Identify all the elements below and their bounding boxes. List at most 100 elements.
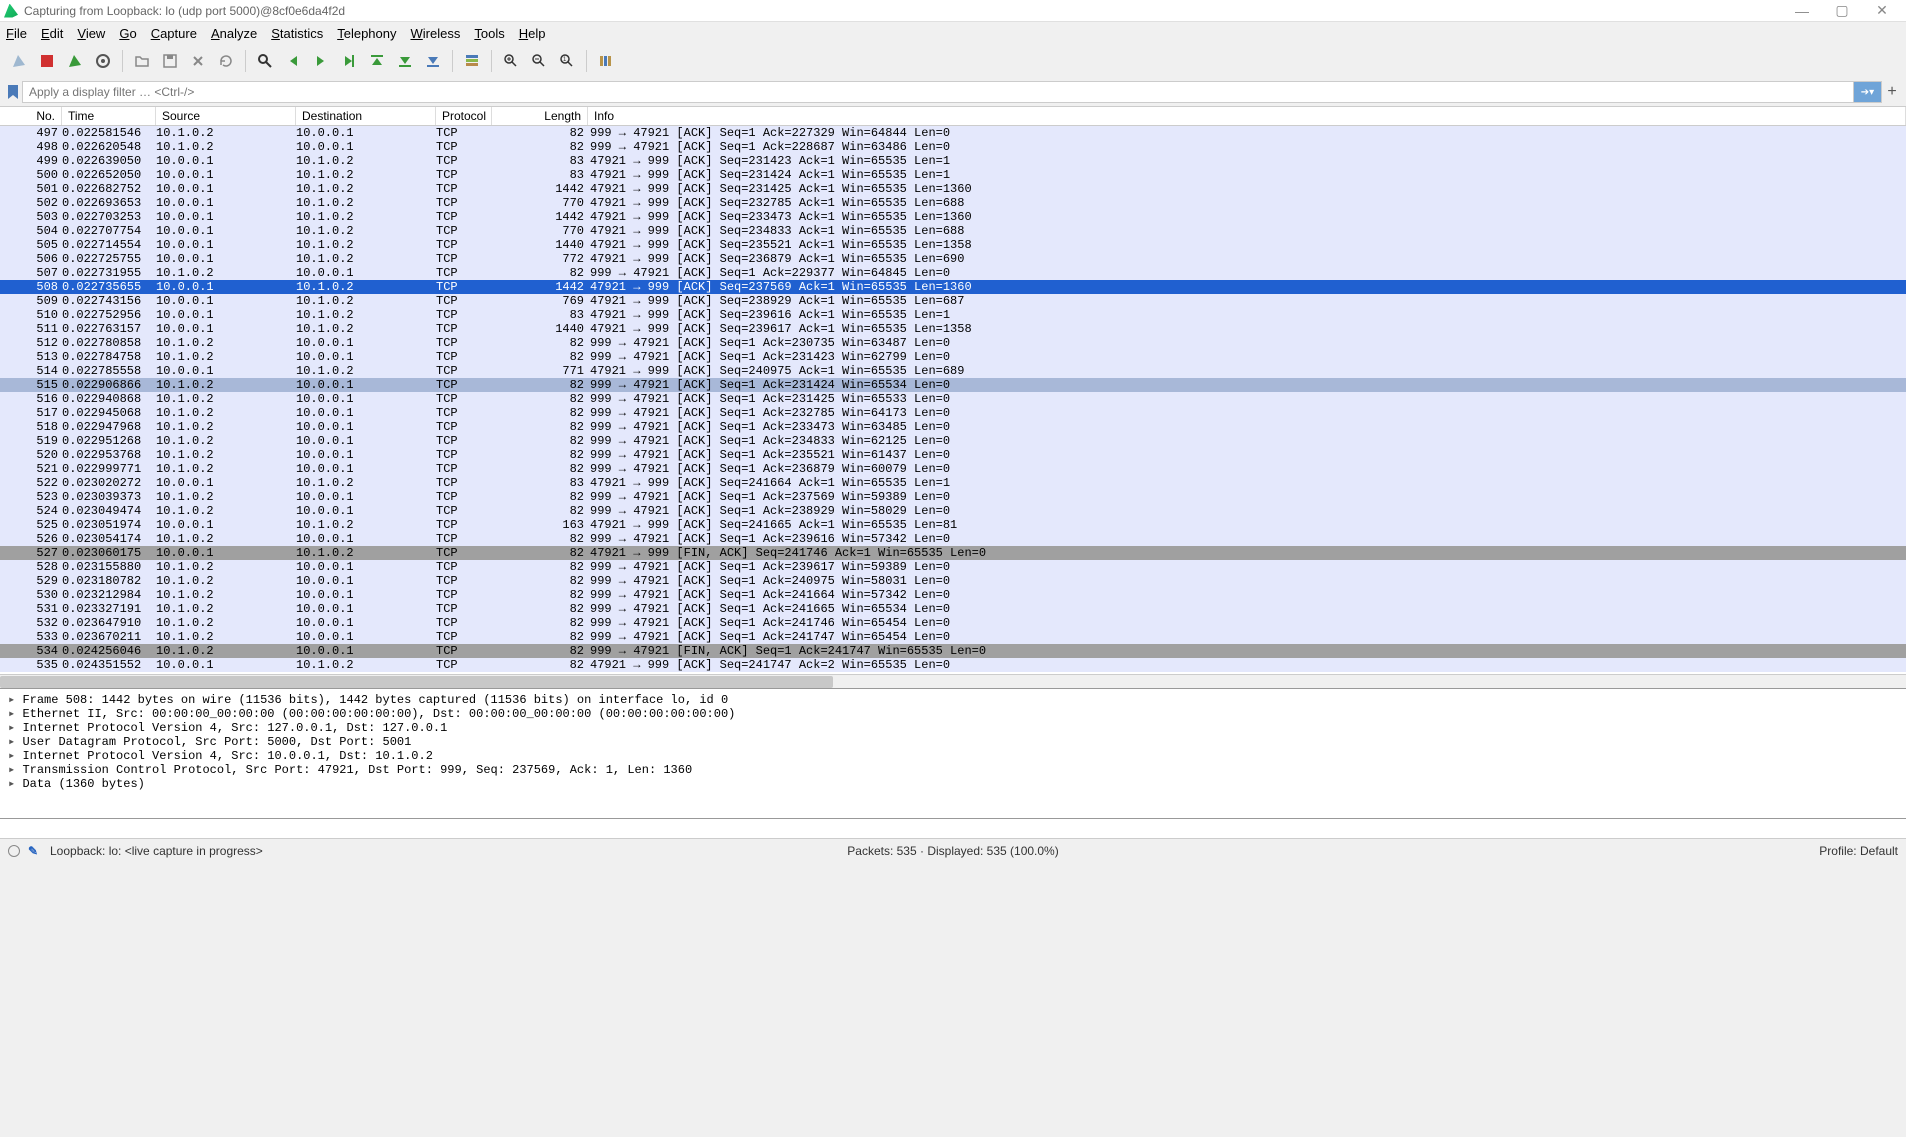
filter-apply-button[interactable]: ➔▾ [1854,81,1882,103]
zoom-reset-button[interactable]: 1 [554,48,580,74]
menu-view[interactable]: View [77,26,105,41]
zoom-out-button[interactable] [526,48,552,74]
column-length[interactable]: Length [492,107,588,125]
status-profile[interactable]: Profile: Default [1819,844,1898,858]
packet-row[interactable]: 5260.02305417410.1.0.210.0.0.1TCP82999 →… [0,532,1906,546]
column-no[interactable]: No. [0,107,62,125]
packet-list[interactable]: 4970.02258154610.1.0.210.0.0.1TCP82999 →… [0,126,1906,674]
packet-row[interactable]: 5280.02315588010.1.0.210.0.0.1TCP82999 →… [0,560,1906,574]
detail-line[interactable]: Internet Protocol Version 4, Src: 10.0.0… [8,749,1898,763]
packet-row[interactable]: 5240.02304947410.1.0.210.0.0.1TCP82999 →… [0,504,1906,518]
column-dest[interactable]: Destination [296,107,436,125]
horizontal-scrollbar[interactable] [0,674,1906,688]
packet-row[interactable]: 5110.02276315710.0.0.110.1.0.2TCP1440479… [0,322,1906,336]
find-packet-button[interactable] [252,48,278,74]
packet-row[interactable]: 5300.02321298410.1.0.210.0.0.1TCP82999 →… [0,588,1906,602]
menu-telephony[interactable]: Telephony [337,26,396,41]
goto-first-button[interactable] [364,48,390,74]
packet-row[interactable]: 5160.02294086810.1.0.210.0.0.1TCP82999 →… [0,392,1906,406]
close-button[interactable]: ✕ [1862,2,1902,19]
auto-scroll-button[interactable] [420,48,446,74]
maximize-button[interactable]: ▢ [1822,2,1862,19]
detail-line[interactable]: User Datagram Protocol, Src Port: 5000, … [8,735,1898,749]
column-proto[interactable]: Protocol [436,107,492,125]
app-icon [4,4,18,18]
menu-analyze[interactable]: Analyze [211,26,257,41]
packet-row[interactable]: 4980.02262054810.1.0.210.0.0.1TCP82999 →… [0,140,1906,154]
packet-row[interactable]: 5020.02269365310.0.0.110.1.0.2TCP7704792… [0,196,1906,210]
detail-line[interactable]: Internet Protocol Version 4, Src: 127.0.… [8,721,1898,735]
stop-capture-button[interactable] [34,48,60,74]
detail-line[interactable]: Ethernet II, Src: 00:00:00_00:00:00 (00:… [8,707,1898,721]
packet-row[interactable]: 5070.02273195510.1.0.210.0.0.1TCP82999 →… [0,266,1906,280]
menu-file[interactable]: File [6,26,27,41]
packet-bytes-pane[interactable] [0,818,1906,838]
packet-row[interactable]: 5210.02299977110.1.0.210.0.0.1TCP82999 →… [0,462,1906,476]
packet-row[interactable]: 5270.02306017510.0.0.110.1.0.2TCP8247921… [0,546,1906,560]
packet-row[interactable]: 5080.02273565510.0.0.110.1.0.2TCP1442479… [0,280,1906,294]
save-file-button[interactable] [157,48,183,74]
packet-row[interactable]: 5090.02274315610.0.0.110.1.0.2TCP7694792… [0,294,1906,308]
packet-row[interactable]: 5040.02270775410.0.0.110.1.0.2TCP7704792… [0,224,1906,238]
go-back-button[interactable] [280,48,306,74]
packet-row[interactable]: 5120.02278085810.1.0.210.0.0.1TCP82999 →… [0,336,1906,350]
packet-row[interactable]: 5140.02278555810.0.0.110.1.0.2TCP7714792… [0,364,1906,378]
menu-tools[interactable]: Tools [474,26,504,41]
packet-row[interactable]: 4970.02258154610.1.0.210.0.0.1TCP82999 →… [0,126,1906,140]
go-forward-button[interactable] [308,48,334,74]
zoom-in-button[interactable] [498,48,524,74]
column-time[interactable]: Time [62,107,156,125]
packet-row[interactable]: 5200.02295376810.1.0.210.0.0.1TCP82999 →… [0,448,1906,462]
packet-row[interactable]: 5060.02272575510.0.0.110.1.0.2TCP7724792… [0,252,1906,266]
menu-wireless[interactable]: Wireless [411,26,461,41]
packet-row[interactable]: 5230.02303937310.1.0.210.0.0.1TCP82999 →… [0,490,1906,504]
resize-columns-button[interactable] [593,48,619,74]
capture-options-button[interactable] [90,48,116,74]
display-filter-input[interactable] [22,81,1854,103]
packet-row[interactable]: 5250.02305197410.0.0.110.1.0.2TCP1634792… [0,518,1906,532]
menu-go[interactable]: Go [119,26,136,41]
detail-line[interactable]: Transmission Control Protocol, Src Port:… [8,763,1898,777]
packet-row[interactable]: 5150.02290686610.1.0.210.0.0.1TCP82999 →… [0,378,1906,392]
minimize-button[interactable]: — [1782,3,1822,19]
packet-row[interactable]: 5310.02332719110.1.0.210.0.0.1TCP82999 →… [0,602,1906,616]
goto-last-button[interactable] [392,48,418,74]
capture-file-icon[interactable]: ✎ [28,844,42,858]
packet-row[interactable]: 5180.02294796810.1.0.210.0.0.1TCP82999 →… [0,420,1906,434]
packet-row[interactable]: 5330.02367021110.1.0.210.0.0.1TCP82999 →… [0,630,1906,644]
packet-row[interactable]: 5320.02364791010.1.0.210.0.0.1TCP82999 →… [0,616,1906,630]
column-info[interactable]: Info [588,107,1906,125]
packet-row[interactable]: 5290.02318078210.1.0.210.0.0.1TCP82999 →… [0,574,1906,588]
packet-row[interactable]: 5220.02302027210.0.0.110.1.0.2TCP8347921… [0,476,1906,490]
packet-row[interactable]: 5100.02275295610.0.0.110.1.0.2TCP8347921… [0,308,1906,322]
menu-statistics[interactable]: Statistics [271,26,323,41]
start-capture-button[interactable] [6,48,32,74]
filter-add-button[interactable]: + [1882,83,1902,101]
packet-row[interactable]: 4990.02263905010.0.0.110.1.0.2TCP8347921… [0,154,1906,168]
packet-row[interactable]: 5190.02295126810.1.0.210.0.0.1TCP82999 →… [0,434,1906,448]
expert-info-icon[interactable] [8,845,20,857]
packet-row[interactable]: 5170.02294506810.1.0.210.0.0.1TCP82999 →… [0,406,1906,420]
packet-details-pane[interactable]: Frame 508: 1442 bytes on wire (11536 bit… [0,688,1906,818]
detail-line[interactable]: Data (1360 bytes) [8,777,1898,791]
packet-row[interactable]: 5340.02425604610.1.0.210.0.0.1TCP82999 →… [0,644,1906,658]
packet-row[interactable]: 5000.02265205010.0.0.110.1.0.2TCP8347921… [0,168,1906,182]
colorize-button[interactable] [459,48,485,74]
open-file-button[interactable] [129,48,155,74]
menu-edit[interactable]: Edit [41,26,63,41]
packet-row[interactable]: 5130.02278475810.1.0.210.0.0.1TCP82999 →… [0,350,1906,364]
detail-line[interactable]: Frame 508: 1442 bytes on wire (11536 bit… [8,693,1898,707]
packet-row[interactable]: 5010.02268275210.0.0.110.1.0.2TCP1442479… [0,182,1906,196]
menu-capture[interactable]: Capture [151,26,197,41]
column-source[interactable]: Source [156,107,296,125]
packet-row[interactable]: 5350.02435155210.0.0.110.1.0.2TCP8247921… [0,658,1906,672]
status-packets: Packets: 535 · Displayed: 535 (100.0%) [847,844,1058,858]
restart-capture-button[interactable] [62,48,88,74]
goto-packet-button[interactable] [336,48,362,74]
bookmark-icon[interactable] [4,82,22,102]
close-file-button[interactable] [185,48,211,74]
menu-help[interactable]: Help [519,26,546,41]
packet-row[interactable]: 5030.02270325310.0.0.110.1.0.2TCP1442479… [0,210,1906,224]
reload-button[interactable] [213,48,239,74]
packet-row[interactable]: 5050.02271455410.0.0.110.1.0.2TCP1440479… [0,238,1906,252]
